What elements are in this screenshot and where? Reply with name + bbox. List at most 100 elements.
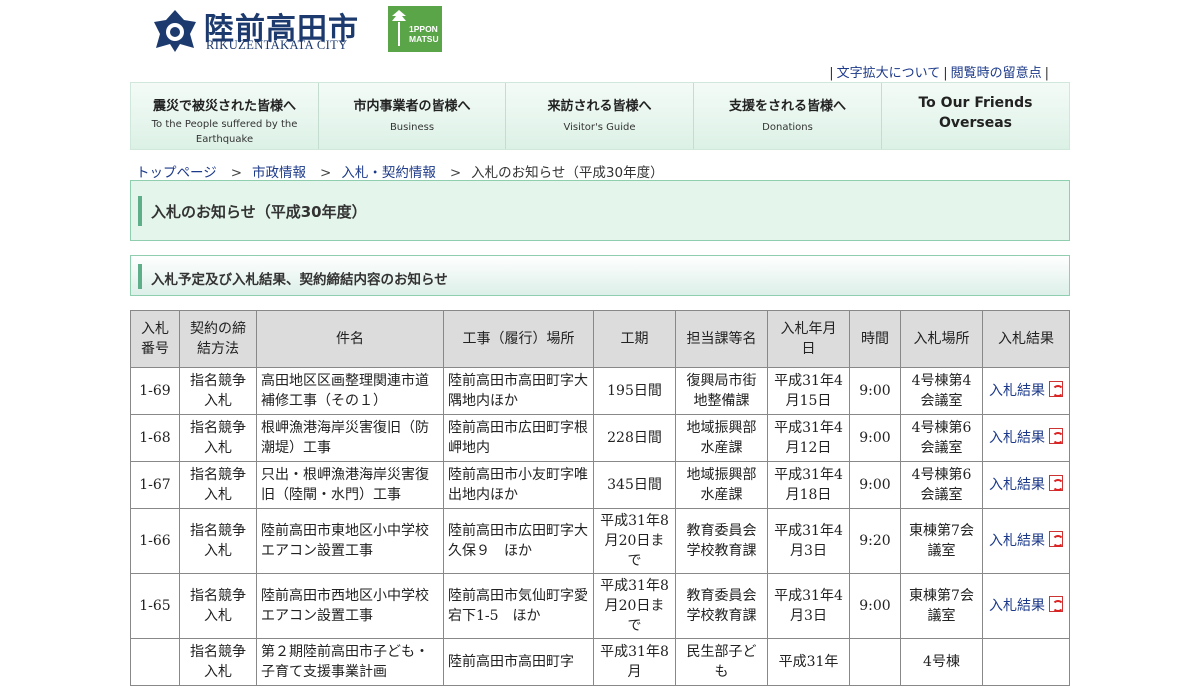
nav-item-title: 来訪される皆様へ <box>547 99 652 114</box>
pdf-icon[interactable] <box>1049 381 1064 397</box>
cell-place: 陸前高田市気仙町字愛宕下1-5 ほか <box>443 573 594 639</box>
cell-result: 入札結果 <box>982 508 1070 574</box>
nav-item-donations[interactable]: 支援をされる皆様へ Donations <box>694 83 882 149</box>
col-header: 契約の締結方法 <box>179 310 257 368</box>
section-title: 入札予定及び入札結果、契約締結内容のお知らせ <box>151 272 448 288</box>
cell-dept: 民生部子ども <box>675 638 768 686</box>
cell-place: 陸前高田市小友町字唯出地内ほか <box>443 461 594 509</box>
pdf-icon[interactable] <box>1049 596 1064 612</box>
col-header: 工事（履行）場所 <box>443 310 594 368</box>
cell-dept: 地域振興部水産課 <box>675 461 768 509</box>
breadcrumb-link-bidding[interactable]: 入札・契約情報 <box>341 165 436 181</box>
cell-result: 入札結果 <box>982 573 1070 639</box>
global-nav: 震災で被災された皆様へ To the People suffered by th… <box>130 82 1070 150</box>
section-accent-bar <box>138 264 142 289</box>
cell-no: 1-66 <box>130 508 180 574</box>
col-header: 入札結果 <box>982 310 1070 368</box>
result-link[interactable]: 入札結果 <box>989 598 1045 614</box>
breadcrumb-link-top[interactable]: トップページ <box>136 165 217 181</box>
nav-item-title: 支援をされる皆様へ <box>728 99 846 114</box>
cell-method: 指名競争入札 <box>179 461 257 509</box>
ippon-matsu-badge: 1PPON MATSU <box>388 6 442 52</box>
table-row: 1-65 指名競争入札 陸前高田市西地区小中学校エアコン設置工事 陸前高田市気仙… <box>130 573 1070 639</box>
cell-place: 陸前高田市高田町字 <box>443 638 594 686</box>
breadcrumb-separator: > <box>449 165 462 181</box>
cell-result: 入札結果 <box>982 367 1070 415</box>
cell-date: 平成31年4月3日 <box>767 573 850 639</box>
cell-period: 345日間 <box>593 461 676 509</box>
badge-line1: 1PPON <box>409 24 438 34</box>
cell-no: 1-68 <box>130 414 180 462</box>
cell-period: 平成31年8月 <box>593 638 676 686</box>
pdf-icon[interactable] <box>1049 475 1064 491</box>
breadcrumb-link-municipal[interactable]: 市政情報 <box>252 165 306 181</box>
table-row: 1-66 指名競争入札 陸前高田市東地区小中学校エアコン設置工事 陸前高田市広田… <box>130 508 1070 574</box>
cell-no <box>130 638 180 686</box>
result-link[interactable]: 入札結果 <box>989 383 1045 399</box>
cell-place: 陸前高田市広田町字根岬地内 <box>443 414 594 462</box>
cell-no: 1-67 <box>130 461 180 509</box>
nav-item-sub: Donations <box>762 122 813 133</box>
table-header: 入札番号 契約の締結方法 件名 工事（履行）場所 工期 担当課等名 入札年月日 … <box>130 310 1070 368</box>
table-row: 1-69 指名競争入札 高田地区区画整理関連市道補修工事（その１） 陸前高田市高… <box>130 367 1070 415</box>
cell-method: 指名競争入札 <box>179 414 257 462</box>
col-header: 時間 <box>849 310 901 368</box>
cell-method: 指名競争入札 <box>179 508 257 574</box>
cell-date: 平成31年4月3日 <box>767 508 850 574</box>
cell-period: 228日間 <box>593 414 676 462</box>
nav-item-title: 震災で被災された皆様へ <box>152 99 296 114</box>
cell-dept: 教育委員会学校教育課 <box>675 573 768 639</box>
logo-roman: RIKUZENTAKATA CITY <box>206 38 348 52</box>
cell-method: 指名競争入札 <box>179 367 257 415</box>
cell-venue: 4号棟 <box>900 638 983 686</box>
breadcrumb-separator: > <box>230 165 243 181</box>
cell-name: 第２期陸前高田市子ども・子育て支援事業計画 <box>256 638 444 686</box>
col-header: 担当課等名 <box>675 310 768 368</box>
table-row: 1-67 指名競争入札 只出・根岬漁港海岸災害復旧（陸閘・水門）工事 陸前高田市… <box>130 461 1070 509</box>
nav-item-earthquake[interactable]: 震災で被災された皆様へ To the People suffered by th… <box>131 83 319 149</box>
cell-dept: 復興局市街地整備課 <box>675 367 768 415</box>
col-header: 入札年月日 <box>767 310 850 368</box>
cell-date: 平成31年 <box>767 638 850 686</box>
cell-time: 9:00 <box>849 573 901 639</box>
utility-links: | 文字拡大について | 閲覧時の留意点 | <box>829 66 1049 81</box>
result-link[interactable]: 入札結果 <box>989 533 1045 549</box>
col-header: 件名 <box>256 310 444 368</box>
col-header: 入札場所 <box>900 310 983 368</box>
table-row: 指名競争入札 第２期陸前高田市子ども・子育て支援事業計画 陸前高田市高田町字 平… <box>130 638 1070 686</box>
nav-item-sub: To the People suffered by the Earthquake <box>151 119 298 145</box>
table-body: 1-69 指名競争入札 高田地区区画整理関連市道補修工事（その１） 陸前高田市高… <box>130 367 1070 686</box>
cell-time: 9:00 <box>849 414 901 462</box>
cell-date: 平成31年4月15日 <box>767 367 850 415</box>
cell-place: 陸前高田市高田町字大隅地内ほか <box>443 367 594 415</box>
city-emblem-icon <box>154 10 196 52</box>
page-title: 入札のお知らせ（平成30年度） <box>151 203 367 221</box>
cell-method: 指名競争入札 <box>179 573 257 639</box>
nav-item-sub: Business <box>389 122 435 133</box>
viewing-notes-link[interactable]: 閲覧時の留意点 <box>951 66 1042 81</box>
result-link[interactable]: 入札結果 <box>989 477 1045 493</box>
cell-name: 只出・根岬漁港海岸災害復旧（陸閘・水門）工事 <box>256 461 444 509</box>
nav-item-sub: Visitor's Guide <box>563 122 636 133</box>
nav-item-visitors[interactable]: 来訪される皆様へ Visitor's Guide <box>506 83 694 149</box>
nav-item-business[interactable]: 市内事業者の皆様へ Business <box>319 83 506 149</box>
result-link[interactable]: 入札結果 <box>989 430 1045 446</box>
cell-time: 9:00 <box>849 367 901 415</box>
pdf-icon[interactable] <box>1049 428 1064 444</box>
cell-date: 平成31年4月18日 <box>767 461 850 509</box>
cell-time <box>849 638 901 686</box>
pdf-icon[interactable] <box>1049 531 1064 547</box>
col-header: 入札番号 <box>130 310 180 368</box>
cell-result: 入札結果 <box>982 414 1070 462</box>
cell-date: 平成31年4月12日 <box>767 414 850 462</box>
cell-venue: 4号棟第4会議室 <box>900 367 983 415</box>
nav-item-overseas[interactable]: To Our Friends Overseas <box>882 83 1069 149</box>
table-header-row: 入札番号 契約の締結方法 件名 工事（履行）場所 工期 担当課等名 入札年月日 … <box>130 310 1070 368</box>
cell-venue: 4号棟第6会議室 <box>900 414 983 462</box>
cell-period: 195日間 <box>593 367 676 415</box>
text-size-link[interactable]: 文字拡大について <box>837 66 941 81</box>
table-row: 1-68 指名競争入札 根岬漁港海岸災害復旧（防潮堤）工事 陸前高田市広田町字根… <box>130 414 1070 462</box>
breadcrumb: トップページ > 市政情報 > 入札・契約情報 > 入札のお知らせ（平成30年度） <box>136 161 664 181</box>
cell-name: 高田地区区画整理関連市道補修工事（その１） <box>256 367 444 415</box>
title-accent-bar <box>138 196 142 226</box>
